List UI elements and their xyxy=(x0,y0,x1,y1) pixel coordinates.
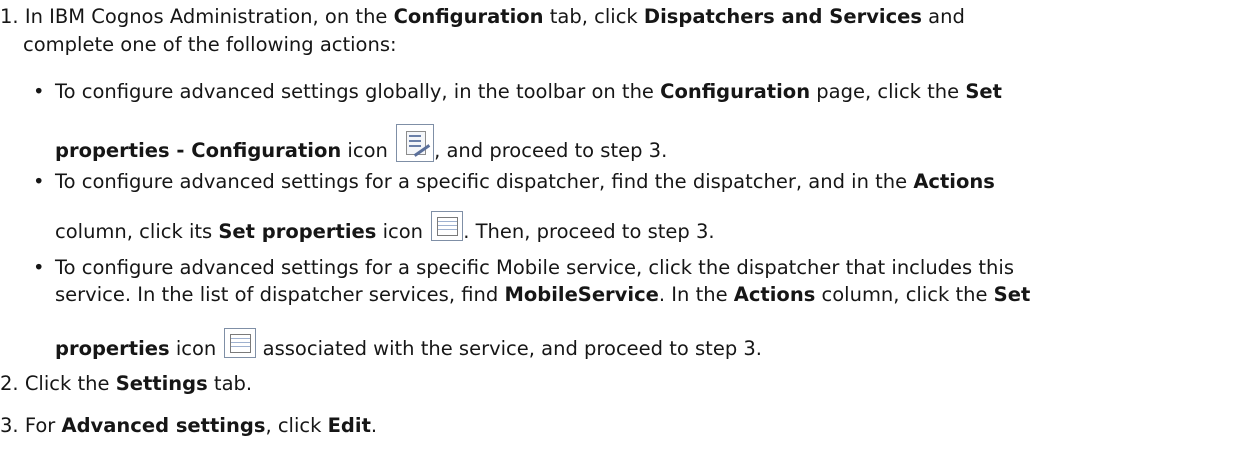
set-label: Set xyxy=(965,80,1002,103)
bullet-3-text: icon xyxy=(169,337,223,360)
step-2-text: Click the xyxy=(24,372,116,395)
bullet-3-marker: • xyxy=(33,256,45,279)
bullet-1-line-1: To configure advanced settings globally,… xyxy=(55,79,1002,105)
bullet-2-text: To configure advanced settings for a spe… xyxy=(55,170,914,193)
configuration-page-label: Configuration xyxy=(660,80,811,103)
bullet-3-text: associated with the service, and proceed… xyxy=(256,337,763,360)
bullet-1-text: icon xyxy=(341,139,395,162)
bullet-2-text: icon xyxy=(376,220,430,243)
bullet-1-text: page, click the xyxy=(810,80,966,103)
actions-label: Actions xyxy=(733,283,816,306)
step-1-line-1: 1. In IBM Cognos Administration, on the … xyxy=(0,4,965,30)
step-1-number: 1. xyxy=(0,5,19,28)
step-2-line: 2. Click the Settings tab. xyxy=(0,371,252,397)
bullet-2-marker: • xyxy=(33,170,45,193)
bullet-3-line-1: To configure advanced settings for a spe… xyxy=(55,255,1014,281)
actions-label: Actions xyxy=(913,170,995,193)
configuration-tab-label: Configuration xyxy=(393,5,544,28)
bullet-2-line-1: To configure advanced settings for a spe… xyxy=(55,169,995,195)
set-properties-icon xyxy=(224,328,257,358)
step-1-text: tab, click xyxy=(543,5,644,28)
bullet-1-marker: • xyxy=(33,80,45,103)
bullet-3-text: To configure advanced settings for a spe… xyxy=(55,256,1014,279)
bullet-1-text: To configure advanced settings globally,… xyxy=(55,80,661,103)
bullet-2-text: . Then, proceed to step 3. xyxy=(463,220,715,243)
instruction-document: 1. In IBM Cognos Administration, on the … xyxy=(0,0,1246,471)
set-properties-label: Set properties xyxy=(218,220,377,243)
bullet-3-text: . In the xyxy=(658,283,734,306)
set-properties-configuration-icon xyxy=(396,124,435,162)
set-properties-configuration-label: properties - Configuration xyxy=(55,139,342,162)
bullet-2-line-2: column, click its Set properties icon . … xyxy=(55,211,715,245)
step-3-text: . xyxy=(370,414,378,437)
advanced-settings-label: Advanced settings xyxy=(61,414,266,437)
bullet-3-text: service. In the list of dispatcher servi… xyxy=(55,283,505,306)
properties-label: properties xyxy=(55,337,170,360)
edit-label: Edit xyxy=(327,414,371,437)
bullet-3-line-2: service. In the list of dispatcher servi… xyxy=(55,282,1030,308)
bullet-3-line-3: properties icon associated with the serv… xyxy=(55,328,762,362)
step-3-text: For xyxy=(24,414,62,437)
dispatchers-and-services-label: Dispatchers and Services xyxy=(643,5,922,28)
step-2-text: tab. xyxy=(207,372,253,395)
set-label: Set xyxy=(993,283,1031,306)
bullet-1-line-2: properties - Configuration icon , and pr… xyxy=(55,124,667,164)
bullet-2-text: column, click its xyxy=(55,220,219,243)
step-1-text: complete one of the following actions: xyxy=(23,33,397,56)
bullet-3-text: column, click the xyxy=(815,283,994,306)
step-1-text: and xyxy=(921,5,965,28)
settings-tab-label: Settings xyxy=(115,372,208,395)
step-3-number: 3. xyxy=(0,414,19,437)
step-1-line-2: complete one of the following actions: xyxy=(23,32,397,58)
step-3-line: 3. For Advanced settings, click Edit. xyxy=(0,413,377,439)
step-2-number: 2. xyxy=(0,372,19,395)
set-properties-icon xyxy=(431,211,464,241)
step-1-text: In IBM Cognos Administration, on the xyxy=(24,5,394,28)
bullet-1-text: , and proceed to step 3. xyxy=(434,139,668,162)
mobileservice-label: MobileService xyxy=(504,283,659,306)
step-3-text: , click xyxy=(265,414,328,437)
